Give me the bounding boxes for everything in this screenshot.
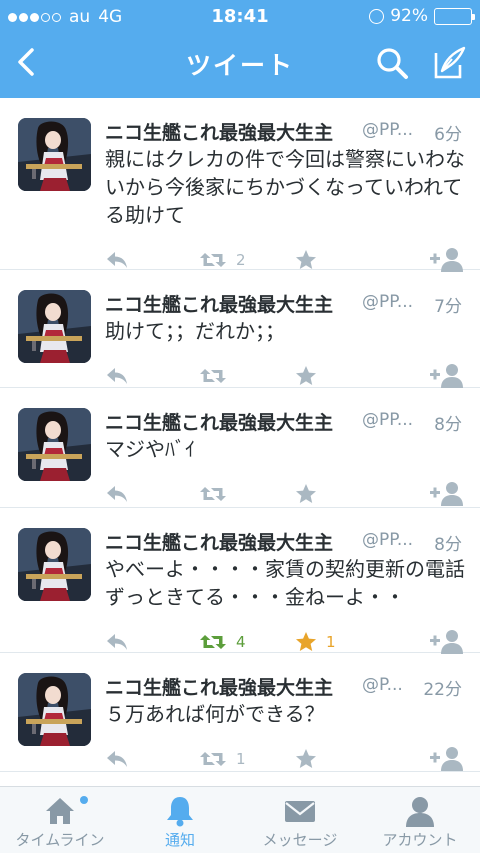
favorite-button[interactable]: [294, 361, 326, 391]
user-handle: @PP...: [362, 292, 414, 312]
tweet-time: 6分: [434, 125, 462, 145]
bell-icon: [164, 795, 196, 827]
tweet-text: マジやﾊﾞｲ: [105, 437, 195, 461]
tweet-time: 8分: [434, 535, 462, 555]
favorite-count: 1: [326, 633, 336, 651]
tweet[interactable]: [0, 772, 480, 786]
avatar[interactable]: [18, 118, 91, 191]
reply-button[interactable]: [104, 361, 130, 391]
user-handle: @PP...: [362, 410, 414, 430]
display-name[interactable]: ニコ生艦これ最強最大生主: [105, 118, 333, 145]
reply-icon: [104, 631, 130, 653]
avatar[interactable]: [18, 528, 91, 601]
follow-button[interactable]: [430, 744, 464, 774]
envelope-icon: [284, 795, 316, 827]
tab-label: アカウント: [382, 831, 458, 849]
display-name[interactable]: ニコ生艦これ最強最大生主: [105, 408, 333, 435]
reply-button[interactable]: [104, 744, 130, 774]
retweet-button[interactable]: [198, 361, 236, 391]
rotation-lock-icon: [369, 8, 385, 24]
tweet[interactable]: ニコ生艦これ最強最大生主 @PP... 6分 親にはクレカの件で今回は警察にいわ…: [0, 98, 480, 272]
nav-bar: ツイート: [0, 33, 480, 98]
add-user-icon: [430, 363, 464, 389]
tab-label: 通知: [164, 831, 195, 849]
tab-label: タイムライン: [15, 831, 105, 849]
star-icon: [294, 364, 318, 388]
display-name[interactable]: ニコ生艦これ最強最大生主: [105, 673, 333, 700]
retweet-icon: [198, 631, 228, 653]
tweet[interactable]: ニコ生艦これ最強最大生主 @PP... 8分 マジやﾊﾞｲ: [0, 388, 480, 508]
display-name[interactable]: ニコ生艦これ最強最大生主: [105, 290, 333, 317]
add-user-icon: [430, 629, 464, 655]
tweet-text: ５万あれば何ができる？: [105, 702, 325, 726]
retweet-icon: [198, 249, 228, 271]
retweet-button[interactable]: [198, 479, 236, 509]
tweet-text: やべーよ・・・・家賃の契約更新の電話ずっときてる・・・金ねーよ・・: [105, 557, 465, 609]
tweet-time: 7分: [434, 297, 462, 317]
star-icon: [294, 482, 318, 506]
tab-messages[interactable]: メッセージ: [240, 787, 360, 853]
reply-button[interactable]: [104, 479, 130, 509]
tab-notifications[interactable]: 通知: [120, 787, 240, 853]
avatar[interactable]: [18, 673, 91, 746]
home-icon: [44, 795, 76, 827]
tweet[interactable]: ニコ生艦これ最強最大生主 @PP... 8分 やべーよ・・・・家賃の契約更新の電…: [0, 508, 480, 655]
tweet-text: 助けて；；だれか；；: [105, 319, 285, 343]
avatar[interactable]: [18, 290, 91, 363]
unread-dot: [80, 796, 88, 804]
star-icon: [294, 630, 318, 654]
tweet-actions: [0, 361, 480, 391]
tweet-time: 22分: [423, 680, 462, 700]
reply-icon: [104, 365, 130, 387]
reply-icon: [104, 483, 130, 505]
favorite-button[interactable]: [294, 744, 326, 774]
follow-button[interactable]: [430, 479, 464, 509]
tab-account[interactable]: アカウント: [360, 787, 480, 853]
retweet-icon: [198, 748, 228, 770]
tweet[interactable]: ニコ生艦これ最強最大生主 @PP... 7分 助けて；；だれか；；: [0, 270, 480, 388]
retweet-count: 1: [236, 750, 246, 768]
tweet-text: 親にはクレカの件で今回は警察にいわないから今後家にちかづくなっていわれてる助けて: [105, 147, 465, 227]
star-icon: [294, 747, 318, 771]
compose-tweet-icon[interactable]: [428, 43, 468, 83]
person-icon: [404, 795, 436, 827]
user-handle: @PP...: [362, 120, 414, 140]
retweet-icon: [198, 483, 228, 505]
battery-icon: [434, 7, 475, 25]
tab-timeline[interactable]: タイムライン: [0, 787, 120, 853]
battery-percent: 92%: [390, 6, 428, 26]
reply-icon: [104, 748, 130, 770]
tweet-timeline[interactable]: ニコ生艦これ最強最大生主 @PP... 6分 親にはクレカの件で今回は警察にいわ…: [0, 98, 480, 786]
add-user-icon: [430, 481, 464, 507]
avatar[interactable]: [18, 408, 91, 481]
retweet-count: 4: [236, 633, 246, 651]
tweet-time: 8分: [434, 415, 462, 435]
status-bar: au 4G 18:41 92%: [0, 0, 480, 33]
bottom-tab-bar: タイムライン 通知 メッセージ アカウント: [0, 786, 480, 853]
user-handle: @P...: [362, 675, 403, 695]
star-icon: [294, 248, 318, 272]
tweet-actions: 1: [0, 744, 480, 774]
tab-label: メッセージ: [262, 831, 338, 849]
follow-button[interactable]: [430, 361, 464, 391]
tweet[interactable]: ニコ生艦これ最強最大生主 @P... 22分 ５万あれば何ができる？ 1: [0, 653, 480, 772]
retweet-icon: [198, 365, 228, 387]
display-name[interactable]: ニコ生艦これ最強最大生主: [105, 528, 333, 555]
user-handle: @PP...: [362, 530, 414, 550]
reply-icon: [104, 249, 130, 271]
search-icon[interactable]: [374, 45, 410, 81]
retweet-button[interactable]: 1: [198, 744, 246, 774]
header-bar: au 4G 18:41 92% ツイート: [0, 0, 480, 98]
favorite-button[interactable]: [294, 479, 326, 509]
tweet-actions: [0, 479, 480, 509]
retweet-count: 2: [236, 251, 246, 269]
add-user-icon: [430, 746, 464, 772]
